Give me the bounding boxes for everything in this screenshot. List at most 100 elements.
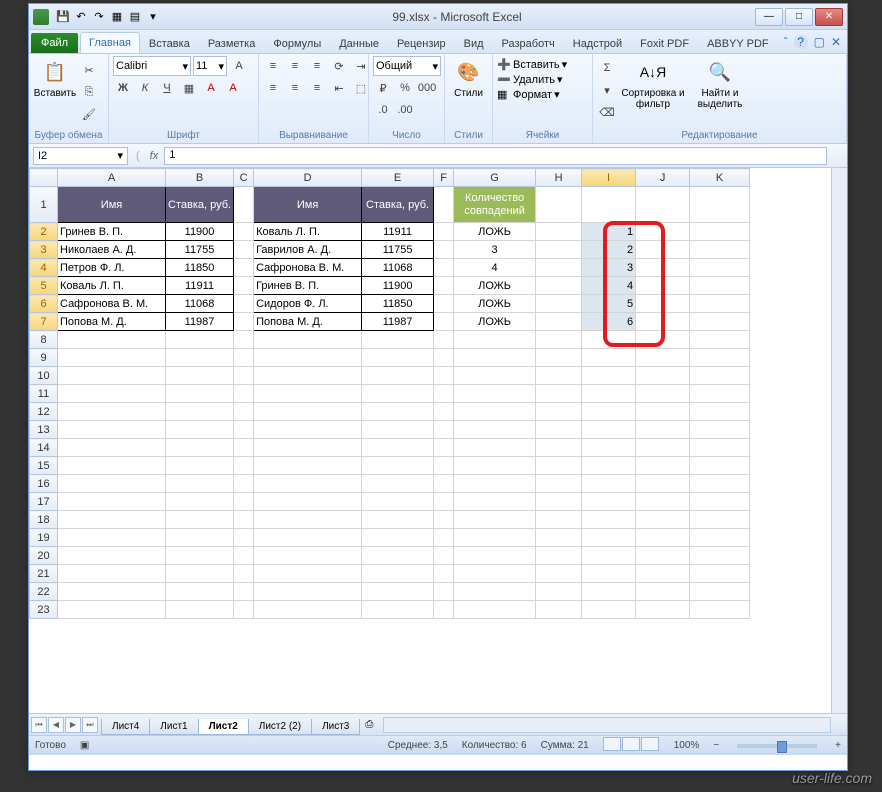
col-header[interactable]: H xyxy=(536,169,582,187)
number-format-select[interactable]: Общий▾ xyxy=(373,56,441,76)
col-header[interactable]: J xyxy=(636,169,690,187)
sheet-tab[interactable]: Лист4 xyxy=(101,719,150,735)
worksheet-grid[interactable]: ABCDEFGHIJK1ИмяСтавка, руб.ИмяСтавка, ру… xyxy=(29,168,847,713)
row-header[interactable]: 4 xyxy=(30,259,58,277)
comma-icon[interactable]: 000 xyxy=(417,78,437,98)
cut-icon[interactable]: ✂ xyxy=(79,60,99,80)
row-header[interactable]: 5 xyxy=(30,277,58,295)
col-header[interactable]: C xyxy=(234,169,254,187)
row-header[interactable]: 21 xyxy=(30,565,58,583)
percent-icon[interactable]: % xyxy=(395,78,415,98)
row-header[interactable]: 22 xyxy=(30,583,58,601)
tab-abbyy pdf[interactable]: ABBYY PDF xyxy=(698,33,778,53)
align-top-icon[interactable]: ≡ xyxy=(263,56,283,76)
prev-sheet-icon[interactable]: ◀ xyxy=(48,717,64,733)
macro-record-icon[interactable]: ▣ xyxy=(80,740,89,751)
col-header[interactable]: G xyxy=(454,169,536,187)
tab-foxit pdf[interactable]: Foxit PDF xyxy=(631,33,698,53)
decrease-indent-icon[interactable]: ⇤ xyxy=(329,78,349,98)
select-all-corner[interactable] xyxy=(30,169,58,187)
find-select-button[interactable]: 🔍 Найти и выделить xyxy=(689,56,751,110)
merge-icon[interactable]: ⬚ xyxy=(351,78,371,98)
qat-icon[interactable]: ▦ xyxy=(109,9,125,25)
italic-icon[interactable]: К xyxy=(135,78,155,98)
cell[interactable]: 3 xyxy=(582,259,636,277)
formula-input[interactable]: 1 xyxy=(164,147,827,165)
font-name-select[interactable]: Calibri▾ xyxy=(113,56,191,76)
insert-cells-button[interactable]: ➕Вставить▾ xyxy=(497,58,567,71)
font-size-select[interactable]: 11▾ xyxy=(193,56,227,76)
doc-close-icon[interactable]: ✕ xyxy=(831,35,841,49)
cell[interactable]: 2 xyxy=(582,241,636,259)
zoom-level[interactable]: 100% xyxy=(674,740,700,751)
styles-button[interactable]: 🎨 Стили xyxy=(449,56,488,99)
row-header[interactable]: 12 xyxy=(30,403,58,421)
underline-icon[interactable]: Ч xyxy=(157,78,177,98)
sheet-tab[interactable]: Лист3 xyxy=(311,719,360,735)
row-header[interactable]: 2 xyxy=(30,223,58,241)
increase-decimal-icon[interactable]: .0 xyxy=(373,100,393,120)
tab-разметка[interactable]: Разметка xyxy=(199,33,265,53)
format-cells-button[interactable]: ▦Формат▾ xyxy=(497,88,560,101)
col-header[interactable]: F xyxy=(434,169,454,187)
align-center-icon[interactable]: ≡ xyxy=(285,78,305,98)
align-right-icon[interactable]: ≡ xyxy=(307,78,327,98)
row-header[interactable]: 18 xyxy=(30,511,58,529)
tab-file[interactable]: Файл xyxy=(31,33,78,53)
horizontal-scrollbar[interactable] xyxy=(383,717,831,733)
delete-cells-button[interactable]: ➖Удалить▾ xyxy=(497,73,563,86)
fill-color-icon[interactable]: A xyxy=(201,78,221,98)
align-bottom-icon[interactable]: ≡ xyxy=(307,56,327,76)
col-header[interactable]: I xyxy=(582,169,636,187)
cell[interactable]: 1 xyxy=(582,223,636,241)
row-header[interactable]: 23 xyxy=(30,601,58,619)
row-header[interactable]: 15 xyxy=(30,457,58,475)
view-buttons[interactable] xyxy=(603,737,660,754)
zoom-in-icon[interactable]: + xyxy=(835,740,841,751)
sheet-tab[interactable]: Лист2 xyxy=(198,719,249,735)
name-box[interactable]: I2▾ xyxy=(33,147,128,165)
row-header[interactable]: 19 xyxy=(30,529,58,547)
tab-надстрой[interactable]: Надстрой xyxy=(564,33,631,53)
tab-данные[interactable]: Данные xyxy=(330,33,388,53)
fill-icon[interactable]: ▾ xyxy=(597,80,617,100)
cancel-icon[interactable]: ( xyxy=(132,150,144,162)
next-sheet-icon[interactable]: ▶ xyxy=(65,717,81,733)
first-sheet-icon[interactable]: ⏮ xyxy=(31,717,47,733)
row-header[interactable]: 6 xyxy=(30,295,58,313)
row-header[interactable]: 1 xyxy=(30,187,58,223)
col-header[interactable]: D xyxy=(254,169,362,187)
align-left-icon[interactable]: ≡ xyxy=(263,78,283,98)
row-header[interactable]: 14 xyxy=(30,439,58,457)
col-header[interactable]: E xyxy=(362,169,434,187)
cell[interactable]: 4 xyxy=(582,277,636,295)
align-middle-icon[interactable]: ≡ xyxy=(285,56,305,76)
tab-рецензир[interactable]: Рецензир xyxy=(388,33,455,53)
window-restore-icon[interactable]: ▢ xyxy=(814,35,825,49)
row-header[interactable]: 11 xyxy=(30,385,58,403)
minimize-ribbon-icon[interactable]: ˆ xyxy=(784,35,788,49)
maximize-button[interactable]: □ xyxy=(785,8,813,26)
row-header[interactable]: 16 xyxy=(30,475,58,493)
undo-icon[interactable]: ↶ xyxy=(73,9,89,25)
paste-button[interactable]: 📋 Вставить xyxy=(33,56,77,99)
format-painter-icon[interactable]: 🖌 xyxy=(79,104,99,124)
tab-вставка[interactable]: Вставка xyxy=(140,33,199,53)
clear-icon[interactable]: ⌫ xyxy=(597,102,617,122)
tab-формулы[interactable]: Формулы xyxy=(264,33,330,53)
tab-разработч[interactable]: Разработч xyxy=(493,33,564,53)
bold-icon[interactable]: Ж xyxy=(113,78,133,98)
sheet-tab[interactable]: Лист2 (2) xyxy=(248,719,312,735)
vertical-scrollbar[interactable] xyxy=(831,168,847,713)
help-icon[interactable]: ? xyxy=(794,35,808,49)
row-header[interactable]: 20 xyxy=(30,547,58,565)
wrap-text-icon[interactable]: ⇥ xyxy=(351,56,371,76)
qat-dropdown-icon[interactable]: ▾ xyxy=(145,9,161,25)
new-sheet-icon[interactable]: ⎙ xyxy=(359,719,379,730)
redo-icon[interactable]: ↷ xyxy=(91,9,107,25)
cell[interactable]: 5 xyxy=(582,295,636,313)
font-color-icon[interactable]: A xyxy=(223,78,243,98)
close-button[interactable]: ✕ xyxy=(815,8,843,26)
row-header[interactable]: 10 xyxy=(30,367,58,385)
border-icon[interactable]: ▦ xyxy=(179,78,199,98)
